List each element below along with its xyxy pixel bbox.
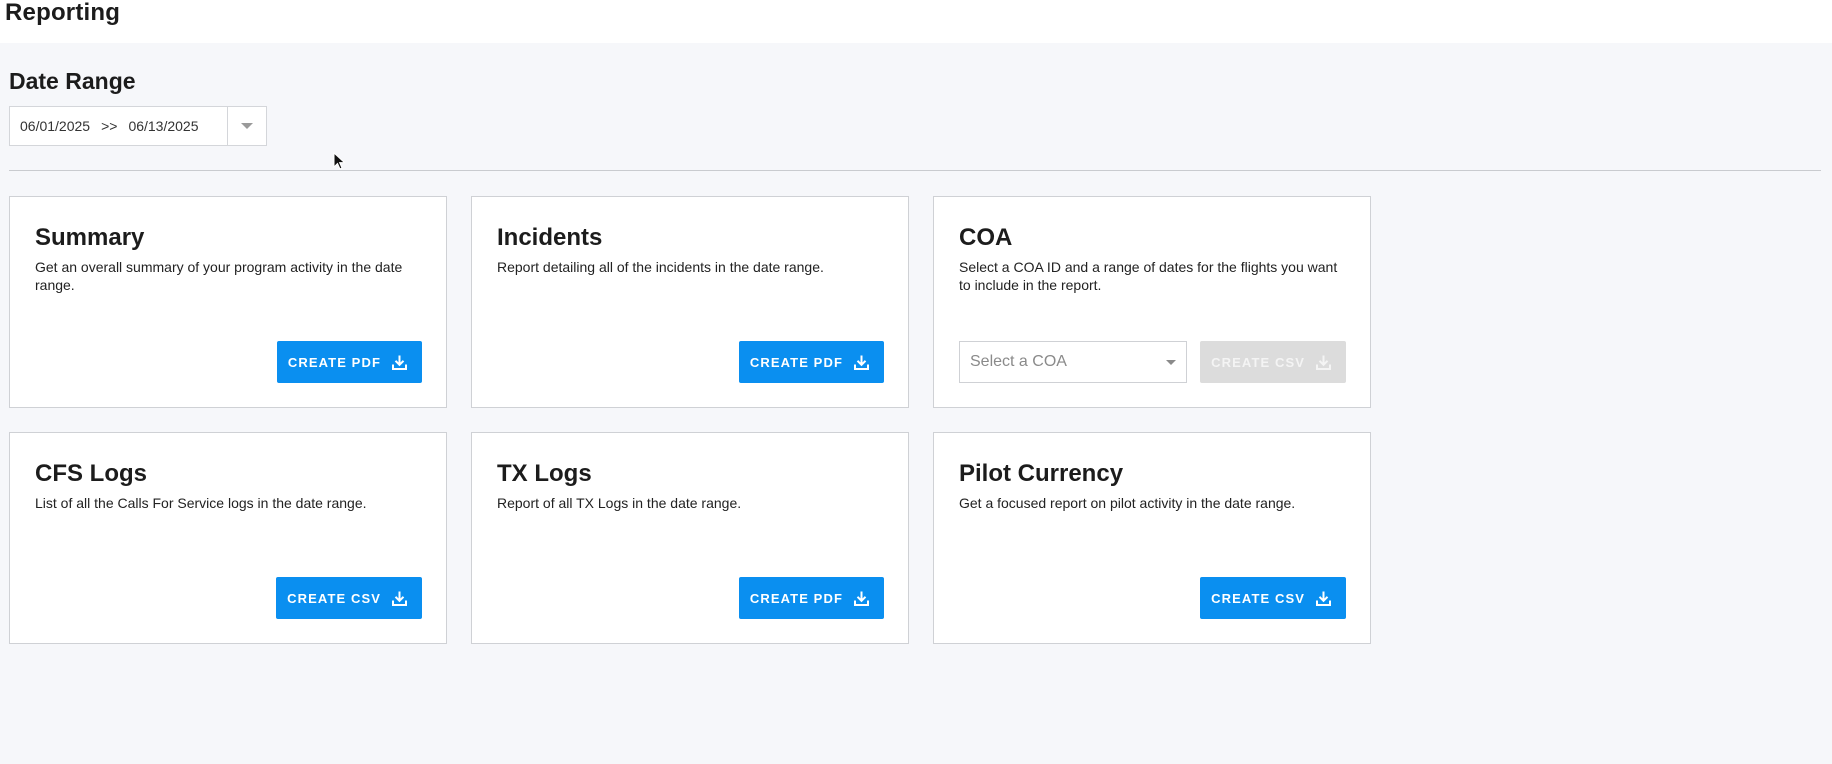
chevron-down-icon bbox=[241, 123, 253, 129]
card-title: Pilot Currency bbox=[959, 460, 1124, 487]
cursor-icon bbox=[333, 152, 346, 170]
card-description: Get an overall summary of your program a… bbox=[35, 259, 403, 293]
report-card-tx-logs: TX Logs Report of all TX Logs in the dat… bbox=[471, 432, 909, 644]
report-card-summary: Summary Get an overall summary of your p… bbox=[9, 196, 447, 408]
create-pdf-button[interactable]: CREATE PDF bbox=[738, 577, 884, 619]
report-card-cfs-logs: CFS Logs List of all the Calls For Servi… bbox=[9, 432, 447, 644]
card-title: Incidents bbox=[497, 224, 603, 251]
coa-select-placeholder: Select a COA bbox=[970, 353, 1067, 370]
card-title: CFS Logs bbox=[35, 460, 147, 487]
button-label: CREATE CSV bbox=[1211, 354, 1305, 370]
card-description: List of all the Calls For Service logs i… bbox=[35, 495, 367, 511]
download-icon bbox=[854, 591, 869, 606]
create-csv-button[interactable]: CREATE CSV bbox=[1200, 341, 1346, 383]
date-separator: >> bbox=[101, 118, 118, 134]
card-title: COA bbox=[959, 224, 1013, 251]
button-label: CREATE CSV bbox=[1211, 590, 1305, 606]
download-icon bbox=[392, 355, 407, 370]
date-range-label: Date Range bbox=[9, 68, 136, 94]
download-icon bbox=[854, 355, 869, 370]
create-csv-button[interactable]: CREATE CSV bbox=[276, 577, 422, 619]
report-card-incidents: Incidents Report detailing all of the in… bbox=[471, 196, 909, 408]
create-pdf-button[interactable]: CREATE PDF bbox=[738, 341, 884, 383]
card-description: Report of all TX Logs in the date range. bbox=[497, 495, 742, 511]
download-icon bbox=[1316, 355, 1331, 370]
card-description: Report detailing all of the incidents in… bbox=[497, 259, 824, 275]
report-card-pilot-currency: Pilot Currency Get a focused report on p… bbox=[933, 432, 1371, 644]
report-card-coa: COA Select a COA ID and a range of dates… bbox=[933, 196, 1371, 408]
download-icon bbox=[1316, 591, 1331, 606]
date-range-value[interactable]: 06/01/2025 >> 06/13/2025 bbox=[10, 118, 227, 134]
button-label: CREATE PDF bbox=[749, 590, 843, 606]
start-date: 06/01/2025 bbox=[20, 118, 91, 134]
card-description: Get a focused report on pilot activity i… bbox=[959, 495, 1296, 511]
page-title: Reporting bbox=[5, 0, 121, 26]
card-description: Select a COA ID and a range of dates for… bbox=[959, 259, 1338, 293]
download-icon bbox=[392, 591, 407, 606]
card-title: Summary bbox=[35, 224, 145, 251]
date-range-dropdown-button[interactable] bbox=[227, 107, 266, 145]
button-label: CREATE PDF bbox=[287, 354, 381, 370]
button-label: CREATE PDF bbox=[749, 354, 843, 370]
create-csv-button[interactable]: CREATE CSV bbox=[1200, 577, 1346, 619]
chevron-down-icon bbox=[1166, 359, 1176, 365]
date-range-picker[interactable]: 06/01/2025 >> 06/13/2025 bbox=[9, 106, 267, 146]
button-label: CREATE CSV bbox=[287, 590, 381, 606]
create-pdf-button[interactable]: CREATE PDF bbox=[276, 341, 422, 383]
top-bar: Reporting bbox=[0, 0, 1832, 43]
coa-select[interactable]: Select a COA bbox=[959, 341, 1187, 383]
section-divider bbox=[9, 170, 1821, 171]
card-title: TX Logs bbox=[497, 460, 592, 487]
end-date: 06/13/2025 bbox=[128, 118, 199, 134]
